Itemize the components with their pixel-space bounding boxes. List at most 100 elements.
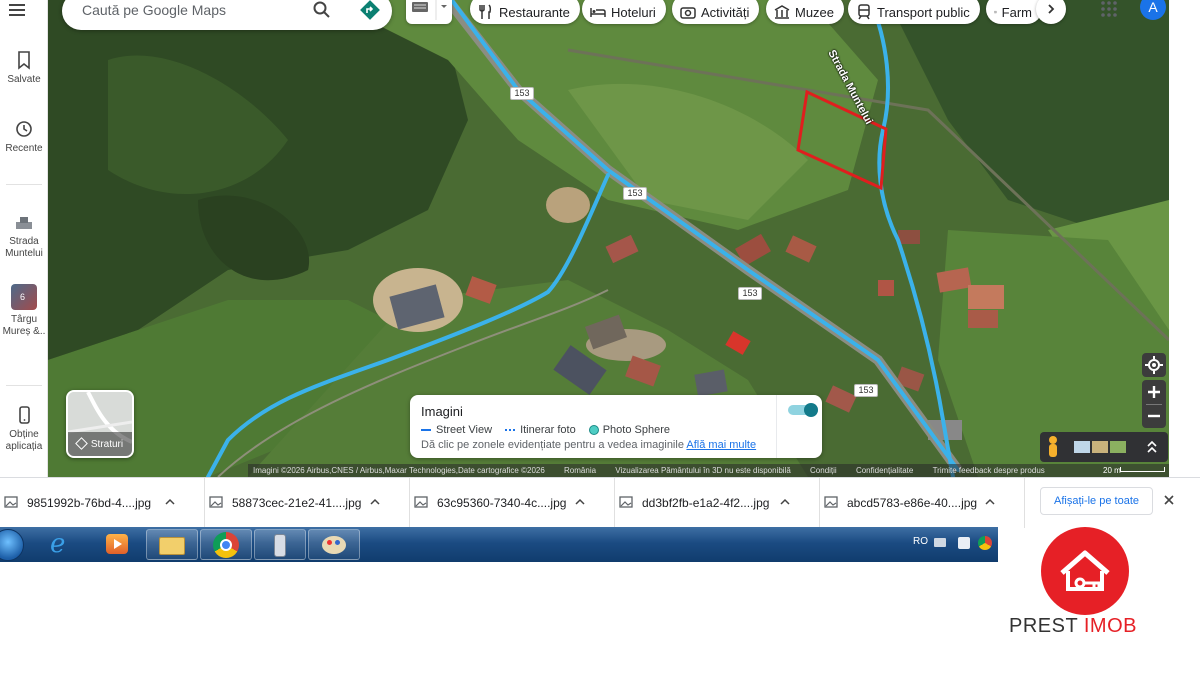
chip-hotels[interactable]: Hoteluri xyxy=(582,0,666,24)
road-label: 153 xyxy=(510,87,534,100)
chip-restaurants[interactable]: Restaurante xyxy=(470,0,580,24)
fork-knife-icon xyxy=(479,4,492,19)
legend-street-view: Street View xyxy=(421,424,492,436)
zoom-in-button[interactable] xyxy=(1142,380,1166,404)
keyboard-tray-icon[interactable] xyxy=(934,538,946,547)
chevron-up-icon[interactable] xyxy=(574,496,586,508)
media-player-icon[interactable] xyxy=(92,529,144,560)
chip-museums[interactable]: Muzee xyxy=(766,0,845,24)
rail-recent-place-street[interactable]: Strada Muntelui xyxy=(0,212,48,260)
satellite-map[interactable]: 153 153 153 153 Strada Muntelui Straturi… xyxy=(48,0,1169,477)
language-indicator[interactable]: RO xyxy=(913,536,928,547)
street-view-line-icon xyxy=(421,429,431,431)
imagery-thumbnails[interactable] xyxy=(1074,441,1126,453)
road-icon xyxy=(16,217,32,229)
phone-icon xyxy=(19,406,30,424)
learn-more-link[interactable]: Află mai multe xyxy=(686,439,756,451)
left-rail: Salvate Recente Strada Muntelui 6 Târgu … xyxy=(0,0,48,477)
start-orb-icon[interactable] xyxy=(0,529,24,561)
zoom-controls xyxy=(1142,380,1166,428)
chevron-up-icon[interactable] xyxy=(984,496,996,508)
hamburger-icon[interactable] xyxy=(7,2,27,18)
rail-recent-place-city[interactable]: 6 Târgu Mureș &.. xyxy=(0,284,48,338)
keyboard-icon xyxy=(412,2,428,12)
street-view-bar xyxy=(1040,432,1168,462)
house-logo-icon xyxy=(1041,527,1129,615)
rail-recent[interactable]: Recente xyxy=(0,119,48,155)
downloads-shelf: 9851992b-76bd-4....jpg 58873cec-21e2-41.… xyxy=(0,477,1200,528)
scale-label: 20 m xyxy=(1103,466,1121,475)
place-thumbnail: 6 xyxy=(11,284,37,310)
layers-button[interactable]: Straturi xyxy=(66,390,134,458)
map-attribution: Imagini ©2026 Airbus,CNES / Airbus,Maxar… xyxy=(248,464,1169,477)
layers-icon xyxy=(75,437,88,450)
download-item[interactable]: 58873cec-21e2-41....jpg xyxy=(205,478,410,528)
search-box[interactable]: Caută pe Google Maps xyxy=(62,0,392,30)
download-item[interactable]: 9851992b-76bd-4....jpg xyxy=(0,478,205,528)
image-file-icon xyxy=(619,496,633,508)
brand-name: PREST IMOB xyxy=(1009,615,1137,637)
windows-taskbar: e RO xyxy=(0,527,998,562)
expand-chevron-icon[interactable] xyxy=(1147,440,1157,453)
download-item[interactable]: 63c95360-7340-4c....jpg xyxy=(410,478,615,528)
chip-activities[interactable]: Activități xyxy=(672,0,760,24)
imagery-toggle[interactable] xyxy=(788,403,822,417)
history-icon xyxy=(16,121,32,137)
search-input[interactable]: Caută pe Google Maps xyxy=(82,2,226,18)
download-filename: 58873cec-21e2-41....jpg xyxy=(232,496,362,510)
place-count-badge: 6 xyxy=(20,292,26,302)
legend-photo-path: Itinerar foto xyxy=(505,424,576,436)
zoom-out-button[interactable] xyxy=(1142,404,1166,428)
road-label: 153 xyxy=(738,287,762,300)
rail-get-app[interactable]: Obține aplicația xyxy=(0,405,48,453)
camera-icon xyxy=(680,7,696,19)
phone-app-icon[interactable] xyxy=(254,529,306,560)
chip-public-transport[interactable]: Transport public xyxy=(848,0,980,24)
imagery-hint: Dă clic pe zonele evidențiate pentru a v… xyxy=(421,439,757,451)
layers-label: Straturi xyxy=(90,439,124,450)
image-file-icon xyxy=(4,496,18,508)
apps-grid-icon[interactable] xyxy=(1100,0,1118,18)
chips-scroll-right-button[interactable] xyxy=(1036,0,1066,24)
file-explorer-icon[interactable] xyxy=(146,529,198,560)
show-all-downloads-button[interactable]: Afișați-le pe toate xyxy=(1040,487,1153,515)
download-item[interactable]: abcd5783-e86e-40....jpg xyxy=(820,478,1025,528)
chrome-tray-icon[interactable] xyxy=(978,536,992,550)
plus-icon xyxy=(1148,386,1160,398)
minus-icon xyxy=(1148,414,1160,418)
chrome-icon[interactable] xyxy=(200,529,252,560)
imagery-card-title: Imagini xyxy=(421,404,463,419)
photo-path-dash-icon xyxy=(505,429,516,431)
download-filename: dd3bf2fb-e1a2-4f2....jpg xyxy=(642,496,770,510)
chevron-up-icon[interactable] xyxy=(369,496,381,508)
paint-icon[interactable] xyxy=(308,529,360,560)
chevron-down-icon xyxy=(441,5,447,8)
road-label: 153 xyxy=(854,384,878,397)
scale-bar xyxy=(1120,467,1165,472)
my-location-button[interactable] xyxy=(1142,353,1166,377)
download-filename: 9851992b-76bd-4....jpg xyxy=(27,496,152,510)
pegman-icon[interactable] xyxy=(1049,436,1057,457)
close-icon[interactable] xyxy=(1162,493,1176,507)
image-file-icon xyxy=(824,496,838,508)
search-icon[interactable] xyxy=(312,0,332,20)
image-file-icon xyxy=(209,496,223,508)
chevron-up-icon[interactable] xyxy=(164,496,176,508)
legend-photo-sphere: Photo Sphere xyxy=(588,424,670,436)
chip-pharmacy[interactable]: Farm xyxy=(986,0,1042,24)
train-icon xyxy=(858,4,870,20)
input-tools-button[interactable] xyxy=(406,0,452,24)
internet-explorer-icon[interactable]: e xyxy=(38,529,90,560)
download-item[interactable]: dd3bf2fb-e1a2-4f2....jpg xyxy=(615,478,820,528)
bookmark-icon xyxy=(18,51,30,70)
chevron-up-icon[interactable] xyxy=(779,496,791,508)
rail-saved[interactable]: Salvate xyxy=(0,50,48,86)
tray-icon[interactable] xyxy=(958,537,970,549)
pharmacy-icon xyxy=(994,11,997,14)
screen: 153 153 153 153 Strada Muntelui Straturi… xyxy=(0,0,1200,674)
directions-icon[interactable] xyxy=(358,0,382,22)
download-filename: abcd5783-e86e-40....jpg xyxy=(847,496,978,510)
photo-sphere-dot-icon xyxy=(588,425,599,435)
imagery-legend: Street View Itinerar foto Photo Sphere xyxy=(421,424,683,436)
chevron-right-icon xyxy=(1048,4,1055,14)
